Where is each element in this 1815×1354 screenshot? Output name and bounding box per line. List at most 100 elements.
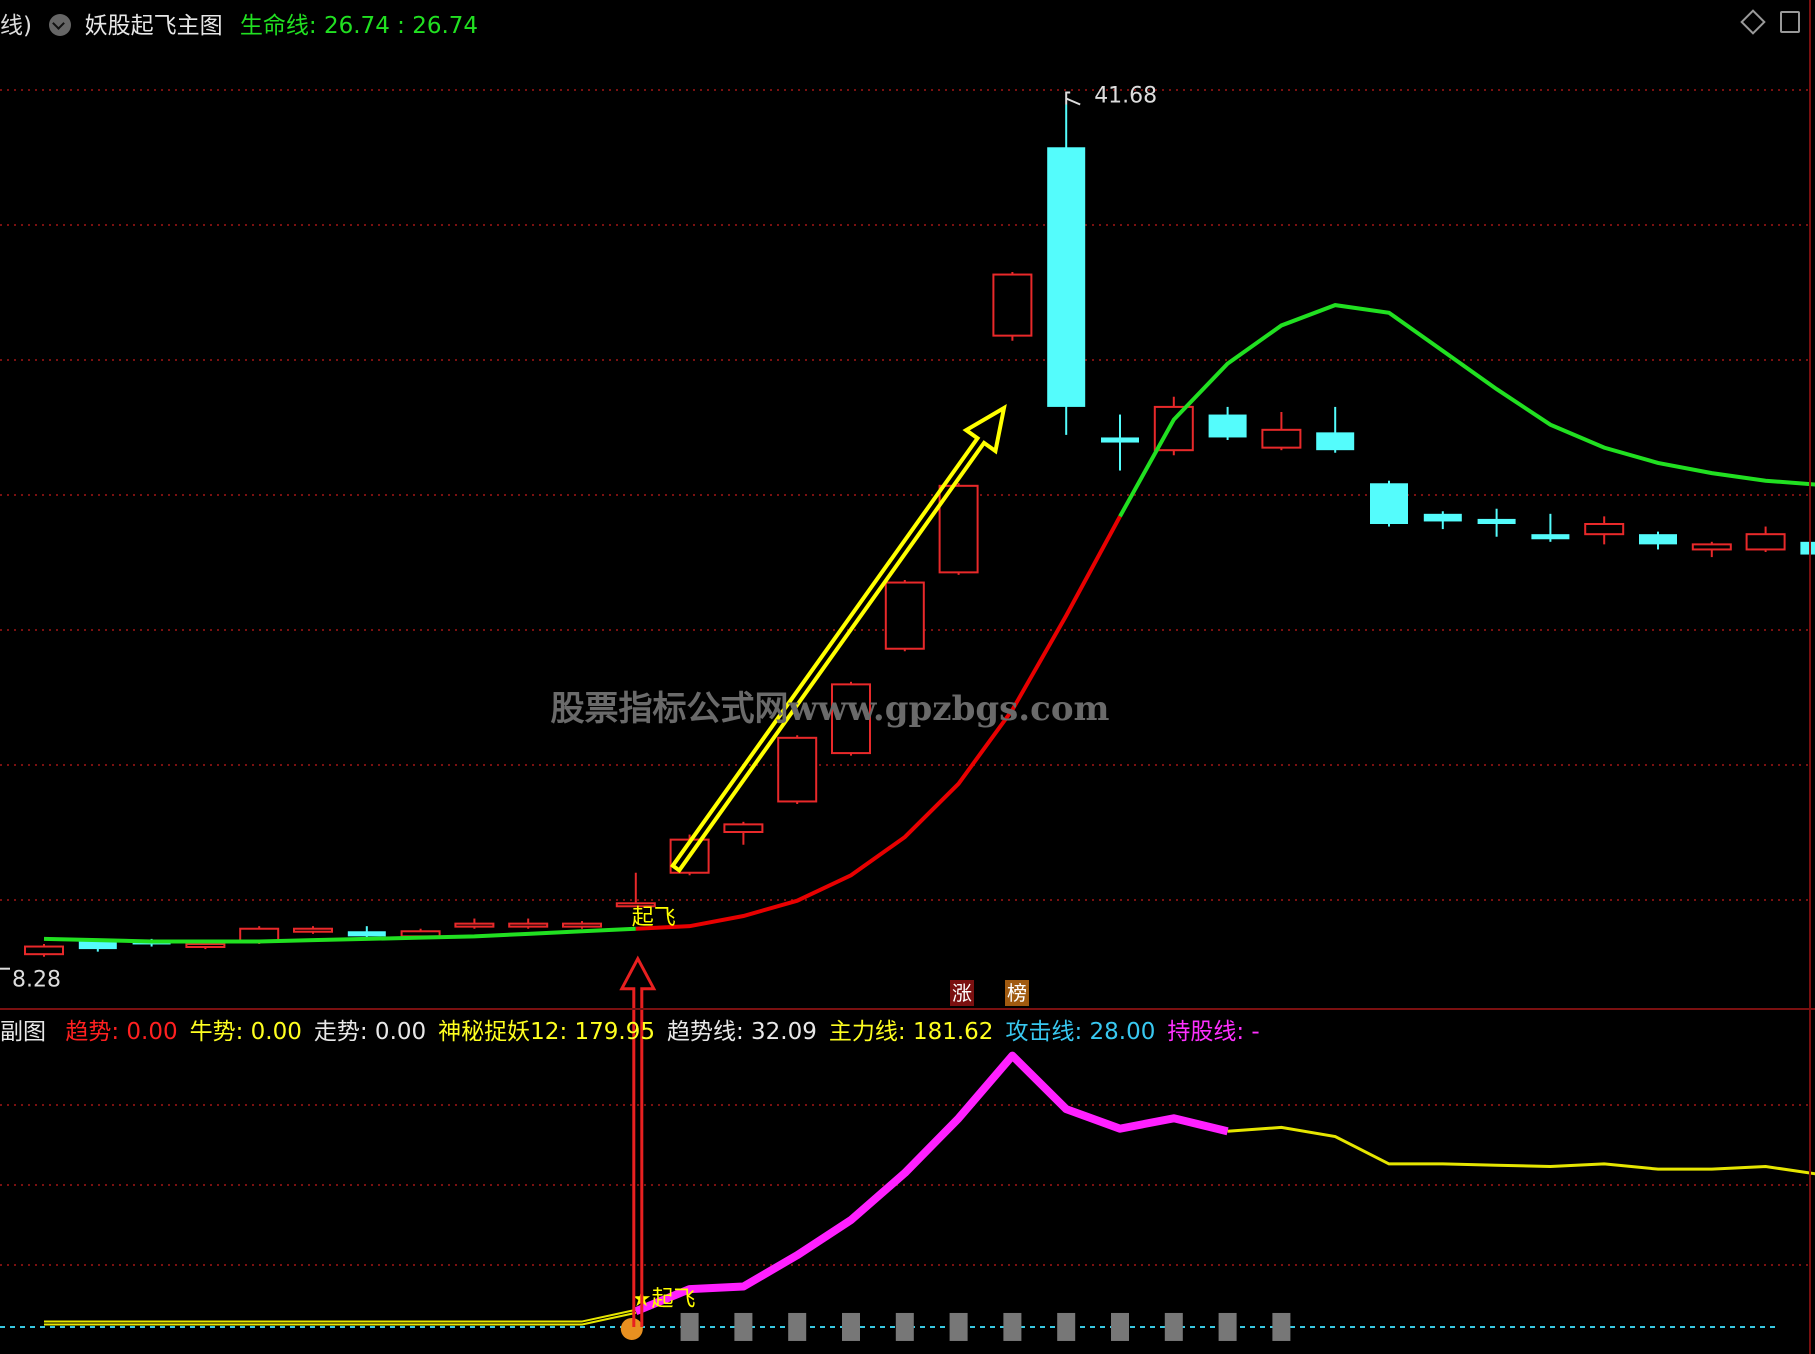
badge-zhang[interactable]: 涨 xyxy=(950,980,974,1006)
candlestick[interactable] xyxy=(1477,508,1516,537)
badge-bang[interactable]: 榜 xyxy=(1005,980,1029,1006)
candlestick[interactable] xyxy=(24,944,64,957)
candle-body-down xyxy=(1639,534,1677,545)
candle-body-down xyxy=(1423,513,1462,522)
grid-lines xyxy=(0,89,1810,1266)
candlestick[interactable] xyxy=(1047,104,1086,435)
candlestick[interactable] xyxy=(1316,406,1355,453)
legend-item: 走势: 0.00 xyxy=(314,1019,426,1045)
candle-body-up xyxy=(1584,523,1625,536)
takeoff-signal-label: 起飞 xyxy=(632,906,676,931)
legend-label: 攻击线 xyxy=(1005,1019,1075,1045)
life-line-green-left xyxy=(43,926,636,944)
candlestick[interactable] xyxy=(1101,414,1139,471)
cut-prefix: 线) xyxy=(0,13,32,39)
high-price-label: 41.68 xyxy=(1094,84,1157,109)
candle-body-down xyxy=(1477,518,1516,524)
high-flag-icon xyxy=(1065,91,1081,106)
trend-line-right xyxy=(1227,1125,1815,1176)
main-force-line-magenta xyxy=(634,1051,1229,1316)
candlestick[interactable] xyxy=(508,918,549,929)
candle-body-up xyxy=(777,736,818,803)
candlestick[interactable] xyxy=(293,926,333,934)
square-icon[interactable] xyxy=(1780,11,1800,33)
candle-body-up xyxy=(562,922,602,928)
legend-label: 趋势 xyxy=(65,1019,112,1045)
chart-canvas[interactable]: 41.688.28起飞 ★起飞 股票指标公式网www.gpzbgs.com xyxy=(0,0,1815,1354)
signal-marker-block xyxy=(1057,1312,1076,1341)
candlestick[interactable] xyxy=(1584,516,1625,545)
candle-body-up xyxy=(185,943,226,948)
legend-item: 持股线: - xyxy=(1167,1019,1259,1045)
legend-value: : 32.09 xyxy=(735,1019,817,1045)
candlestick[interactable] xyxy=(1745,526,1786,552)
legend-value: : 179.95 xyxy=(559,1019,655,1045)
candlestick[interactable] xyxy=(454,918,495,929)
candle-body-up xyxy=(24,945,64,956)
signal-marker-block xyxy=(680,1312,699,1341)
legend-item: 趋势线: 32.09 xyxy=(667,1019,817,1045)
candle-body-up xyxy=(508,922,549,928)
candlestick[interactable] xyxy=(1800,539,1815,559)
legend-value: : 0.00 xyxy=(235,1019,302,1045)
candle-body-up xyxy=(1745,533,1786,551)
candle-body-down xyxy=(347,931,386,937)
legend-value: : 28.00 xyxy=(1074,1019,1156,1045)
life-line-label: 生命线 xyxy=(239,13,309,39)
candle-body-up xyxy=(884,581,925,650)
main-chart-header: 线) 妖股起飞主图 生命线: 26.74 : 26.74 xyxy=(0,6,478,40)
low-price-label: 8.28 xyxy=(12,968,61,993)
candlestick[interactable] xyxy=(723,821,764,845)
life-line-values: : 26.74 : 26.74 xyxy=(308,13,479,39)
legend-label: 走势 xyxy=(313,1019,360,1045)
candlestick[interactable] xyxy=(615,872,656,908)
circle-chevron-down-icon[interactable] xyxy=(49,14,72,36)
candlestick[interactable] xyxy=(884,580,925,652)
indicator-title[interactable]: 妖股起飞主图 xyxy=(85,13,223,39)
signal-marker-block xyxy=(842,1312,860,1341)
legend-item: 攻击线: 28.00 xyxy=(1005,1019,1155,1045)
signal-marker-block xyxy=(1003,1312,1022,1341)
legend-label: 神秘捉妖12 xyxy=(438,1019,560,1045)
candlestick[interactable] xyxy=(1261,412,1302,451)
legend-item: 神秘捉妖12: 179.95 xyxy=(438,1019,655,1045)
main-chart-panel[interactable]: 41.68 8.28 起飞 xyxy=(0,84,1815,993)
candlestick[interactable] xyxy=(992,272,1033,341)
candle-body-down xyxy=(1101,437,1139,443)
candle-body-down xyxy=(78,941,117,950)
candlestick[interactable] xyxy=(1531,513,1570,542)
candlestick[interactable] xyxy=(1691,541,1732,558)
signal-marker-block xyxy=(1218,1312,1237,1341)
candlestick[interactable] xyxy=(1208,406,1247,440)
legend-item: 牛势: 0.00 xyxy=(190,1019,302,1045)
candle-body-down xyxy=(1208,414,1247,438)
candle-body-up xyxy=(1261,428,1302,449)
sub-chart-title[interactable]: 副图 xyxy=(0,1019,46,1045)
signal-marker-block xyxy=(1272,1312,1291,1341)
legend-label: 趋势线 xyxy=(666,1019,736,1045)
candle-body-down xyxy=(1800,541,1815,555)
signal-marker-block xyxy=(734,1312,753,1341)
candlestick[interactable] xyxy=(1639,531,1677,550)
sub-chart-header: 副图 趋势: 0.00 牛势: 0.00 走势: 0.00 神秘捉妖12: 179.9… xyxy=(0,1012,1272,1046)
signal-marker-block xyxy=(1164,1312,1183,1341)
candle-body-down xyxy=(1531,534,1570,540)
signal-marker-block xyxy=(1111,1312,1129,1341)
candlestick[interactable] xyxy=(562,921,602,929)
trend-line-left xyxy=(44,1308,637,1326)
life-line-green-right xyxy=(1118,303,1815,518)
candlestick[interactable] xyxy=(1423,511,1462,530)
candlestick[interactable] xyxy=(777,735,818,804)
legend-value: : 181.62 xyxy=(897,1019,994,1045)
legend-item: 趋势: 0.00 xyxy=(65,1019,177,1045)
candle-body-up xyxy=(723,823,764,834)
legend-item: 主力线: 181.62 xyxy=(829,1019,994,1045)
signal-marker-block xyxy=(949,1312,968,1341)
sub-chart-legend: 趋势: 0.00 牛势: 0.00 走势: 0.00 神秘捉妖12: 179.95 趋势… xyxy=(65,1019,1271,1045)
yellow-up-arrow xyxy=(669,404,1007,874)
signal-marker-block xyxy=(788,1312,807,1341)
candlestick[interactable] xyxy=(1370,480,1408,527)
watermark-text: 股票指标公式网www.gpzbgs.com xyxy=(551,689,1110,729)
candle-body-up xyxy=(293,927,333,933)
legend-label: 主力线 xyxy=(828,1019,898,1045)
